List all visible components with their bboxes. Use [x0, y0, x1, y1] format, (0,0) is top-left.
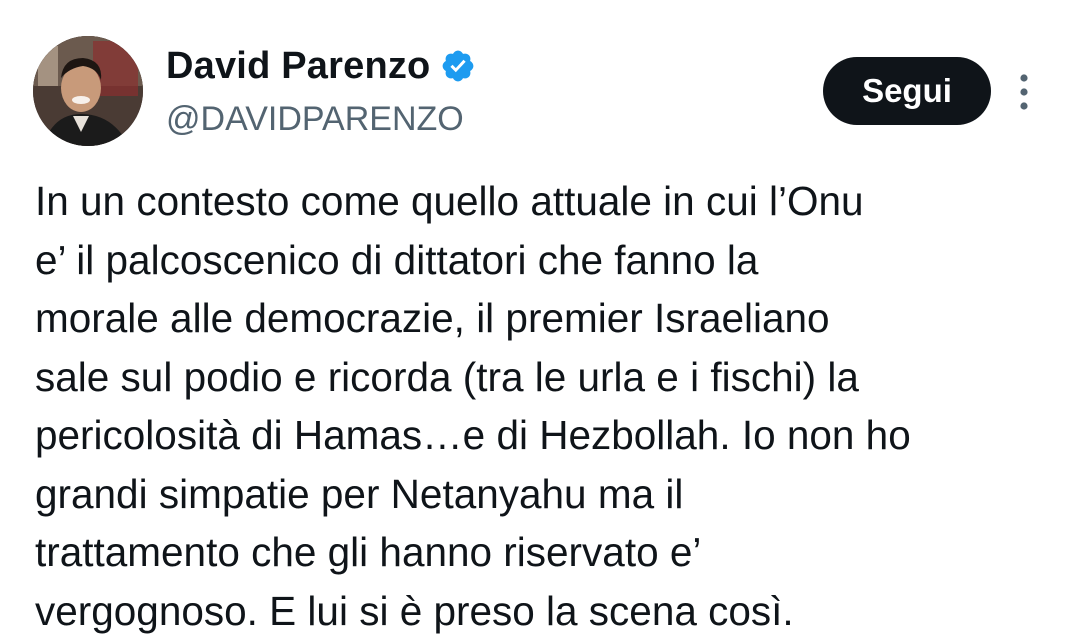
tweet-card: David Parenzo @DAVIDPARENZO Segui In un …	[0, 0, 1080, 630]
tweet-text-line: e’ il palcoscenico di dittatori che fann…	[35, 231, 1055, 290]
author-name-row: David Parenzo	[166, 42, 476, 90]
tweet-text: In un contesto come quello attuale in cu…	[35, 172, 1055, 640]
avatar[interactable]	[33, 36, 143, 146]
tweet-text-line: pericolosità di Hamas…e di Hezbollah. Io…	[35, 406, 1055, 465]
follow-button[interactable]: Segui	[823, 57, 991, 125]
tweet-text-line: grandi simpatie per Netanyahu ma il	[35, 465, 1055, 524]
tweet-text-line: In un contesto come quello attuale in cu…	[35, 172, 1055, 231]
tweet-text-line: vergognoso. E lui si è preso la scena co…	[35, 582, 1055, 640]
tweet-text-line: morale alle democrazie, il premier Israe…	[35, 289, 1055, 348]
author-display-name[interactable]: David Parenzo	[166, 45, 430, 88]
verified-badge-icon	[440, 48, 476, 84]
tweet-text-line: trattamento che gli hanno riservato e’	[35, 523, 1055, 582]
author-handle[interactable]: @DAVIDPARENZO	[166, 100, 464, 139]
more-vertical-icon[interactable]	[1010, 72, 1038, 112]
avatar-photo	[33, 36, 143, 146]
tweet-text-line: sale sul podio e ricorda (tra le urla e …	[35, 348, 1055, 407]
